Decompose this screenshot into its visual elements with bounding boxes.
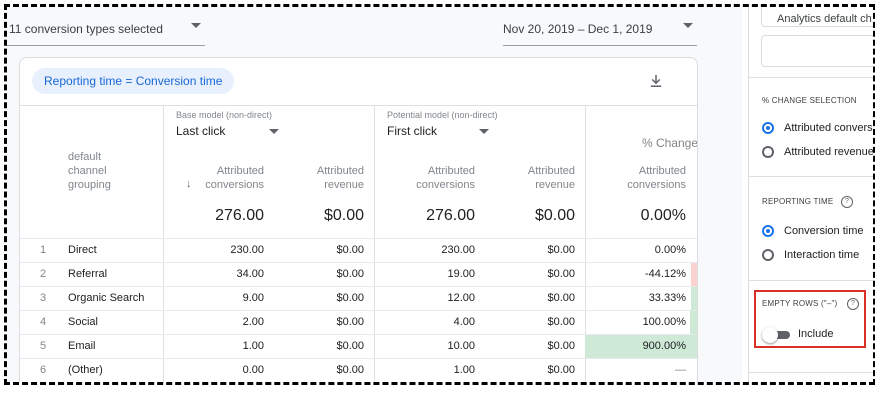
- potential-conversions: 230.00: [441, 244, 475, 256]
- pct-change: —: [675, 364, 686, 376]
- section-divider: [749, 280, 873, 281]
- header-divider: [20, 105, 697, 106]
- total-base-revenue: $0.00: [323, 207, 364, 224]
- pct-conversions-header[interactable]: Attributed conversions: [592, 164, 686, 192]
- potential-revenue: $0.00: [547, 364, 575, 376]
- total-pct-change: 0.00%: [640, 207, 686, 224]
- base-conversions: 230.00: [230, 244, 264, 256]
- pct-change: 900.00%: [642, 340, 686, 352]
- pct-change: 100.00%: [642, 316, 686, 328]
- radio-label: Attributed revenue: [784, 146, 873, 158]
- base-revenue: $0.00: [336, 364, 364, 376]
- total-potential-revenue: $0.00: [534, 207, 575, 224]
- pct-change: 0.00%: [654, 244, 686, 256]
- base-conversions-header[interactable]: Attributed conversions: [170, 164, 264, 192]
- potential-conversions: 4.00: [453, 316, 475, 328]
- table-row[interactable]: 6 (Other) 0.00 $0.00 1.00 $0.00—: [20, 358, 697, 382]
- table-row[interactable]: 2 Referral 34.00 $0.00 19.00 $0.00 -44.12%: [20, 262, 697, 287]
- conversion-types-label: 11 conversion types selected: [9, 22, 163, 36]
- potential-revenue: $0.00: [547, 244, 575, 256]
- pct-change: -44.12%: [645, 268, 686, 280]
- base-conversions: 9.00: [242, 292, 264, 304]
- potential-revenue: $0.00: [547, 340, 575, 352]
- pct-change-bar: [690, 311, 697, 335]
- potential-conversions: 19.00: [447, 268, 475, 280]
- base-revenue: $0.00: [336, 268, 364, 280]
- pct-change-bar: [691, 263, 697, 287]
- row-index: 5: [40, 340, 47, 352]
- help-icon[interactable]: ?: [841, 196, 853, 208]
- chevron-down-icon: [683, 23, 693, 28]
- date-range-select[interactable]: Nov 20, 2019 – Dec 1, 2019: [503, 13, 697, 46]
- section-divider: [749, 372, 873, 373]
- base-model-select[interactable]: Last click: [176, 124, 225, 138]
- radio-label: Interaction time: [784, 249, 860, 261]
- row-index: 2: [40, 268, 47, 280]
- potential-revenue: $0.00: [547, 292, 575, 304]
- row-index: 3: [40, 292, 47, 304]
- potential-conversions: 12.00: [447, 292, 475, 304]
- base-conversions: 2.00: [242, 316, 264, 328]
- base-model-caption: Base model (non-direct): [176, 110, 273, 120]
- table-row[interactable]: 1 Direct 230.00 $0.00 230.00 $0.00 0.00%: [20, 238, 697, 263]
- pct-change-header: % Change: [641, 136, 698, 150]
- base-revenue: $0.00: [336, 340, 364, 352]
- potential-model-select[interactable]: First click: [387, 124, 437, 138]
- conversion-types-select[interactable]: 11 conversion types selected: [7, 13, 205, 46]
- model-select-2[interactable]: A: [761, 35, 873, 67]
- highlight-box: [754, 290, 866, 348]
- sort-desc-icon: ↓: [186, 178, 192, 190]
- total-base-conversions: 276.00: [215, 207, 264, 224]
- section-divider: [749, 77, 873, 78]
- potential-model-caption: Potential model (non-direct): [387, 110, 498, 120]
- base-revenue-header[interactable]: Attributed revenue: [292, 164, 364, 192]
- row-index: 6: [40, 364, 47, 376]
- row-index: 4: [40, 316, 47, 328]
- date-range-label: Nov 20, 2019 – Dec 1, 2019: [503, 22, 653, 36]
- potential-revenue: $0.00: [547, 316, 575, 328]
- row-index: 1: [40, 244, 47, 256]
- pct-change-caption: % CHANGE SELECTION: [762, 96, 857, 105]
- base-revenue: $0.00: [336, 292, 364, 304]
- radio-label: Conversion time: [784, 225, 864, 237]
- base-conversions: 0.00: [242, 364, 264, 376]
- radio-interaction-time[interactable]: [762, 249, 774, 261]
- base-conversions: 1.00: [242, 340, 264, 352]
- radio-attributed-revenue[interactable]: [762, 146, 774, 158]
- total-potential-conversions: 276.00: [426, 207, 475, 224]
- attribution-model-select[interactable]: Analytics default ch: [761, 7, 873, 27]
- potential-conversions: 1.00: [453, 364, 475, 376]
- base-conversions: 34.00: [236, 268, 264, 280]
- table-row[interactable]: 3 Organic Search 9.00 $0.00 12.00 $0.00 33.33%: [20, 286, 697, 311]
- base-revenue: $0.00: [336, 316, 364, 328]
- section-divider: [749, 176, 873, 177]
- chevron-down-icon[interactable]: [269, 129, 279, 134]
- column-header-label: Attributed conversions: [205, 165, 264, 191]
- chevron-down-icon: [191, 23, 201, 28]
- reporting-time-caption: REPORTING TIME: [762, 197, 834, 206]
- radio-attributed-conversions[interactable]: [762, 122, 774, 134]
- reporting-time-chip[interactable]: Reporting time = Conversion time: [32, 68, 235, 94]
- potential-conversions-header[interactable]: Attributed conversions: [381, 164, 475, 192]
- dimension-header: default channel grouping: [68, 151, 111, 191]
- base-revenue: $0.00: [336, 244, 364, 256]
- table-row[interactable]: 5 Email 1.00 $0.00 10.00 $0.00 900.00%: [20, 334, 697, 359]
- table-row[interactable]: 4 Social 2.00 $0.00 4.00 $0.00 100.00%: [20, 310, 697, 335]
- potential-revenue: $0.00: [547, 268, 575, 280]
- potential-revenue-header[interactable]: Attributed revenue: [503, 164, 575, 192]
- radio-label: Attributed convers: [784, 122, 873, 134]
- download-icon[interactable]: [647, 72, 665, 90]
- pct-change: 33.33%: [648, 292, 686, 304]
- radio-conversion-time[interactable]: [762, 225, 774, 237]
- potential-conversions: 10.00: [447, 340, 475, 352]
- chevron-down-icon[interactable]: [479, 129, 489, 134]
- pct-change-bar: [691, 287, 697, 311]
- main-panel: 11 conversion types selected Nov 20, 201…: [7, 7, 742, 382]
- model-comparison-card: Reporting time = Conversion time Base mo…: [19, 57, 698, 382]
